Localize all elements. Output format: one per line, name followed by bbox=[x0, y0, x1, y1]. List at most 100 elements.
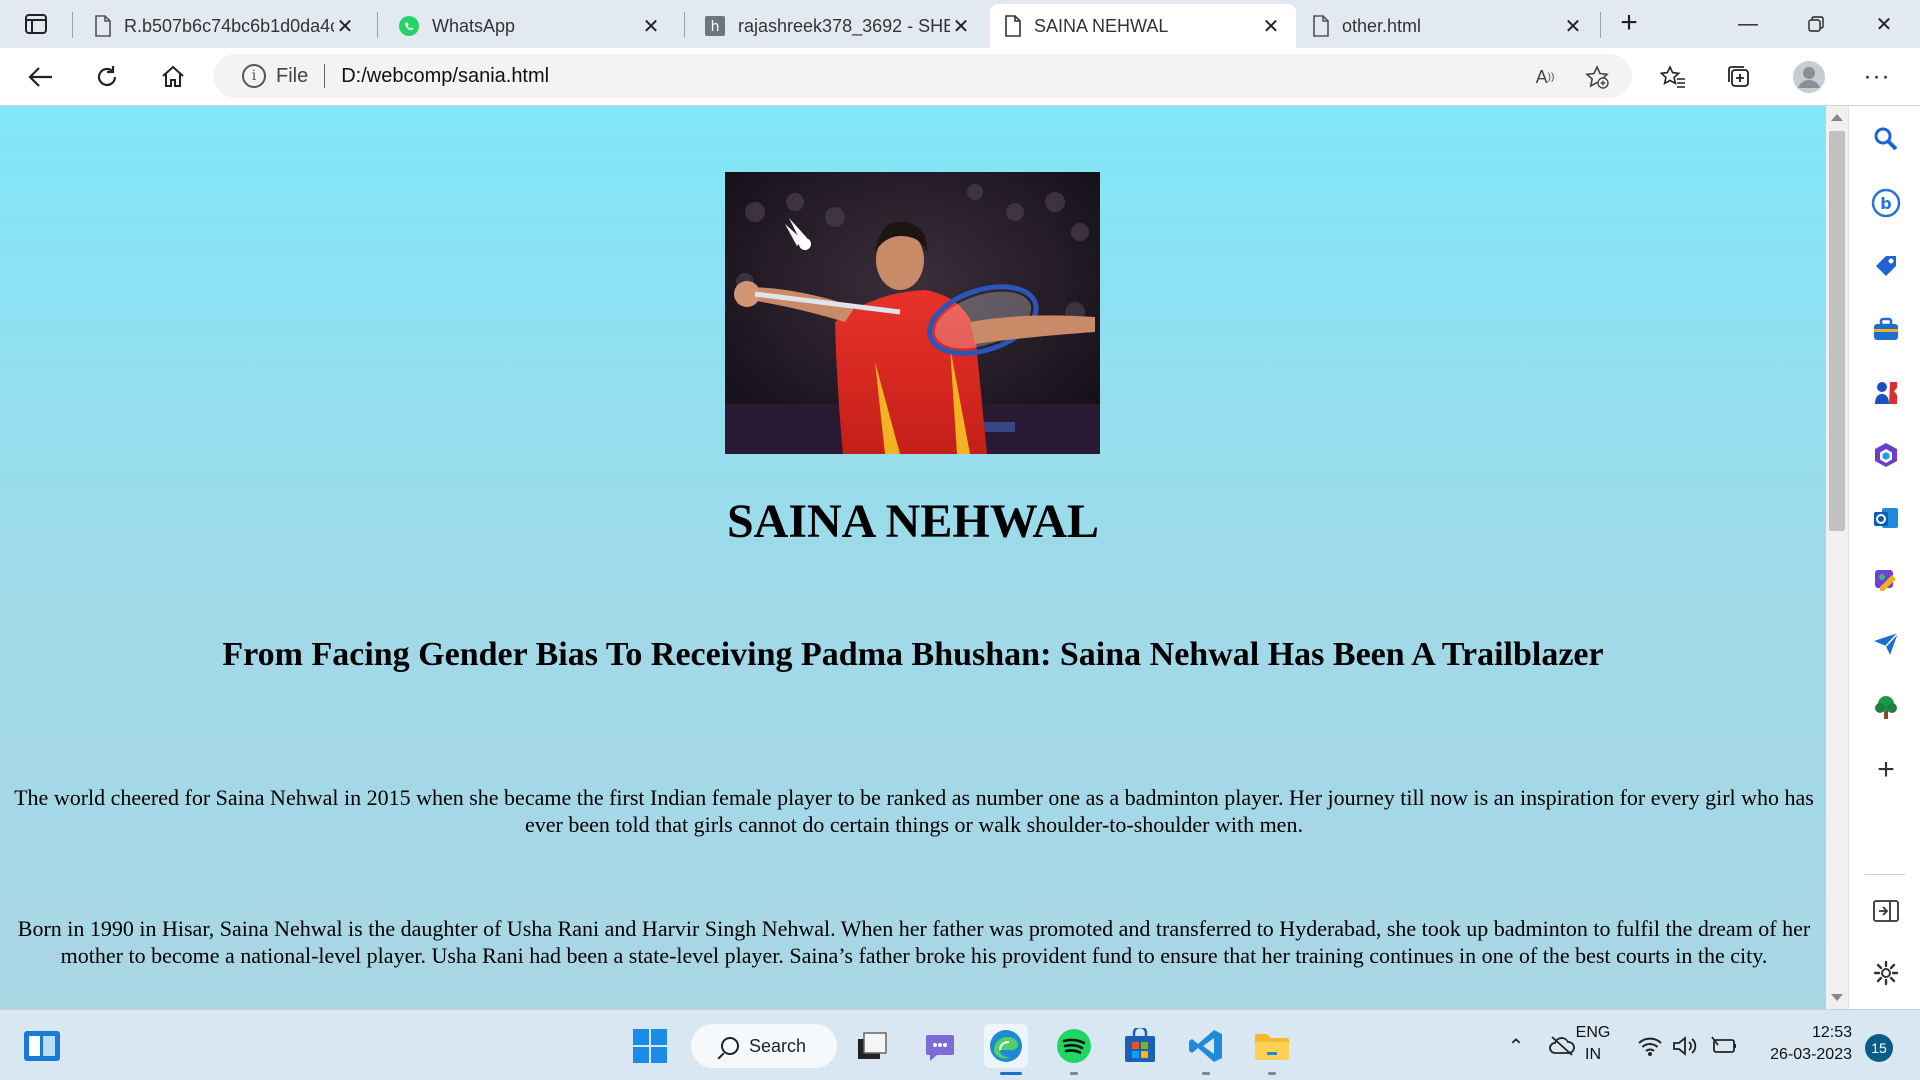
battery-charging-icon[interactable] bbox=[1702, 1024, 1746, 1068]
settings-more-button[interactable]: ··· bbox=[1858, 58, 1896, 96]
vscode-button[interactable] bbox=[1184, 1024, 1228, 1068]
tab-title: SAINA NEHWAL bbox=[1034, 15, 1169, 36]
widgets-button[interactable] bbox=[20, 1024, 64, 1068]
vscode-icon bbox=[1189, 1030, 1222, 1062]
tab-title: R.b507b6c74bc6b1d0da4c bbox=[124, 15, 334, 36]
close-icon[interactable]: ✕ bbox=[640, 15, 662, 38]
scroll-down-arrow-icon[interactable] bbox=[1831, 994, 1843, 1001]
restore-icon bbox=[1808, 16, 1824, 32]
tab-image[interactable]: R.b507b6c74bc6b1d0da4c ✕ bbox=[80, 4, 370, 48]
taskbar-search[interactable]: Search bbox=[691, 1024, 837, 1068]
language-indicator[interactable]: ENG IN bbox=[1572, 1022, 1614, 1066]
send-icon[interactable] bbox=[1871, 629, 1901, 659]
tab-separator bbox=[72, 12, 73, 38]
tab-whatsapp[interactable]: WhatsApp ✕ bbox=[384, 4, 676, 48]
arrow-left-icon bbox=[28, 67, 52, 87]
tab-actions-icon bbox=[25, 14, 47, 34]
paragraph-early-life: Born in 1990 in Hisar, Saina Nehwal is t… bbox=[17, 916, 1811, 968]
running-app-indicator bbox=[1268, 1072, 1276, 1075]
windows-start-icon bbox=[633, 1029, 667, 1063]
store-icon bbox=[1125, 1028, 1155, 1062]
notification-badge[interactable]: 15 bbox=[1865, 1034, 1893, 1062]
window-close-button[interactable]: ✕ bbox=[1854, 6, 1914, 42]
scrollbar-thumb[interactable] bbox=[1829, 131, 1845, 531]
tab-title: rajashreek378_3692 - SHE bbox=[738, 15, 950, 36]
tab-strip: R.b507b6c74bc6b1d0da4c ✕ WhatsApp ✕ h ra… bbox=[0, 0, 1920, 48]
sidebar-divider bbox=[1865, 874, 1905, 875]
bing-chat-icon[interactable]: b bbox=[1871, 188, 1901, 218]
teams-chat-button[interactable] bbox=[918, 1024, 962, 1068]
edge-taskbar-button[interactable] bbox=[984, 1024, 1028, 1068]
spotify-button[interactable] bbox=[1052, 1024, 1096, 1068]
gear-icon[interactable] bbox=[1871, 958, 1901, 988]
collections-icon bbox=[1728, 66, 1749, 87]
home-icon bbox=[162, 65, 184, 87]
info-icon[interactable]: i bbox=[242, 64, 266, 88]
start-button[interactable] bbox=[628, 1024, 672, 1068]
collections-button[interactable] bbox=[1720, 58, 1758, 96]
paragraph-intro: The world cheered for Saina Nehwal in 20… bbox=[14, 785, 1814, 837]
favorites-button[interactable] bbox=[1654, 58, 1692, 96]
outlook-icon[interactable] bbox=[1871, 503, 1901, 533]
tab-separator bbox=[377, 12, 378, 38]
profile-button[interactable] bbox=[1790, 58, 1828, 96]
microsoft-store-button[interactable] bbox=[1118, 1024, 1162, 1068]
tree-icon[interactable] bbox=[1871, 692, 1901, 722]
page-subtitle: From Facing Gender Bias To Receiving Pad… bbox=[222, 636, 1604, 673]
microsoft-365-icon[interactable] bbox=[1871, 440, 1901, 470]
clock[interactable]: 12:53 26-03-2023 bbox=[1748, 1022, 1852, 1066]
back-button[interactable] bbox=[22, 58, 60, 96]
add-favorite-icon[interactable] bbox=[1582, 62, 1612, 92]
active-app-indicator bbox=[1000, 1072, 1022, 1075]
address-bar[interactable]: i File D:/webcomp/sania.html A)) bbox=[214, 54, 1632, 98]
tab-separator bbox=[1600, 12, 1601, 38]
svg-text:h: h bbox=[711, 19, 720, 35]
task-view-icon bbox=[858, 1032, 887, 1059]
page-scrollbar[interactable] bbox=[1826, 106, 1848, 1009]
clock-date: 26-03-2023 bbox=[1770, 1046, 1852, 1063]
read-aloud-icon[interactable]: A)) bbox=[1530, 62, 1560, 92]
plus-icon: + bbox=[1620, 6, 1638, 39]
search-icon bbox=[721, 1037, 739, 1055]
task-view-button[interactable] bbox=[850, 1024, 894, 1068]
page-title: SAINA NEHWAL bbox=[726, 495, 1100, 548]
file-explorer-button[interactable] bbox=[1250, 1024, 1294, 1068]
scroll-up-arrow-icon[interactable] bbox=[1831, 114, 1843, 121]
home-button[interactable] bbox=[154, 58, 192, 96]
new-tab-button[interactable]: + bbox=[1614, 8, 1644, 38]
taskbar-search-label: Search bbox=[749, 1035, 807, 1056]
split-screen-icon[interactable] bbox=[1871, 896, 1901, 926]
add-sidebar-app-icon[interactable]: + bbox=[1871, 753, 1901, 786]
running-app-indicator bbox=[1070, 1072, 1078, 1075]
close-icon[interactable]: ✕ bbox=[1260, 15, 1282, 38]
running-app-indicator bbox=[1202, 1072, 1210, 1075]
web-page: SAINA NEHWAL From Facing Gender Bias To … bbox=[0, 106, 1826, 1009]
restore-button[interactable] bbox=[1786, 6, 1846, 42]
more-icon: ··· bbox=[1863, 63, 1891, 90]
close-icon[interactable]: ✕ bbox=[1562, 15, 1584, 38]
tab-saina-nehwal[interactable]: SAINA NEHWAL ✕ bbox=[990, 4, 1296, 48]
edge-icon bbox=[990, 1030, 1022, 1062]
close-icon[interactable]: ✕ bbox=[334, 15, 356, 38]
tab-hackerrank[interactable]: h rajashreek378_3692 - SHE ✕ bbox=[690, 4, 986, 48]
close-icon: ✕ bbox=[1875, 13, 1893, 36]
refresh-button[interactable] bbox=[88, 58, 126, 96]
whatsapp-icon bbox=[399, 16, 419, 36]
badminton-player-photo bbox=[725, 172, 1100, 454]
tools-briefcase-icon[interactable] bbox=[1871, 314, 1901, 344]
scheme-label: File bbox=[276, 64, 309, 87]
designer-icon[interactable] bbox=[1871, 566, 1901, 596]
tab-other-html[interactable]: other.html ✕ bbox=[1298, 4, 1598, 48]
hero-image bbox=[725, 172, 1100, 454]
url-text[interactable]: D:/webcomp/sania.html bbox=[341, 65, 549, 88]
shopping-tag-icon[interactable] bbox=[1871, 251, 1901, 281]
show-hidden-icons-chevron-up-icon[interactable]: ⌃ bbox=[1494, 1024, 1538, 1068]
page-icon bbox=[95, 15, 111, 37]
close-icon[interactable]: ✕ bbox=[950, 15, 972, 38]
avatar bbox=[1793, 61, 1825, 93]
search-icon[interactable] bbox=[1871, 124, 1901, 154]
tab-actions-button[interactable] bbox=[14, 10, 58, 38]
minimize-button[interactable]: — bbox=[1718, 6, 1778, 42]
games-icon[interactable] bbox=[1871, 377, 1901, 407]
language-code: ENG bbox=[1575, 1024, 1611, 1041]
